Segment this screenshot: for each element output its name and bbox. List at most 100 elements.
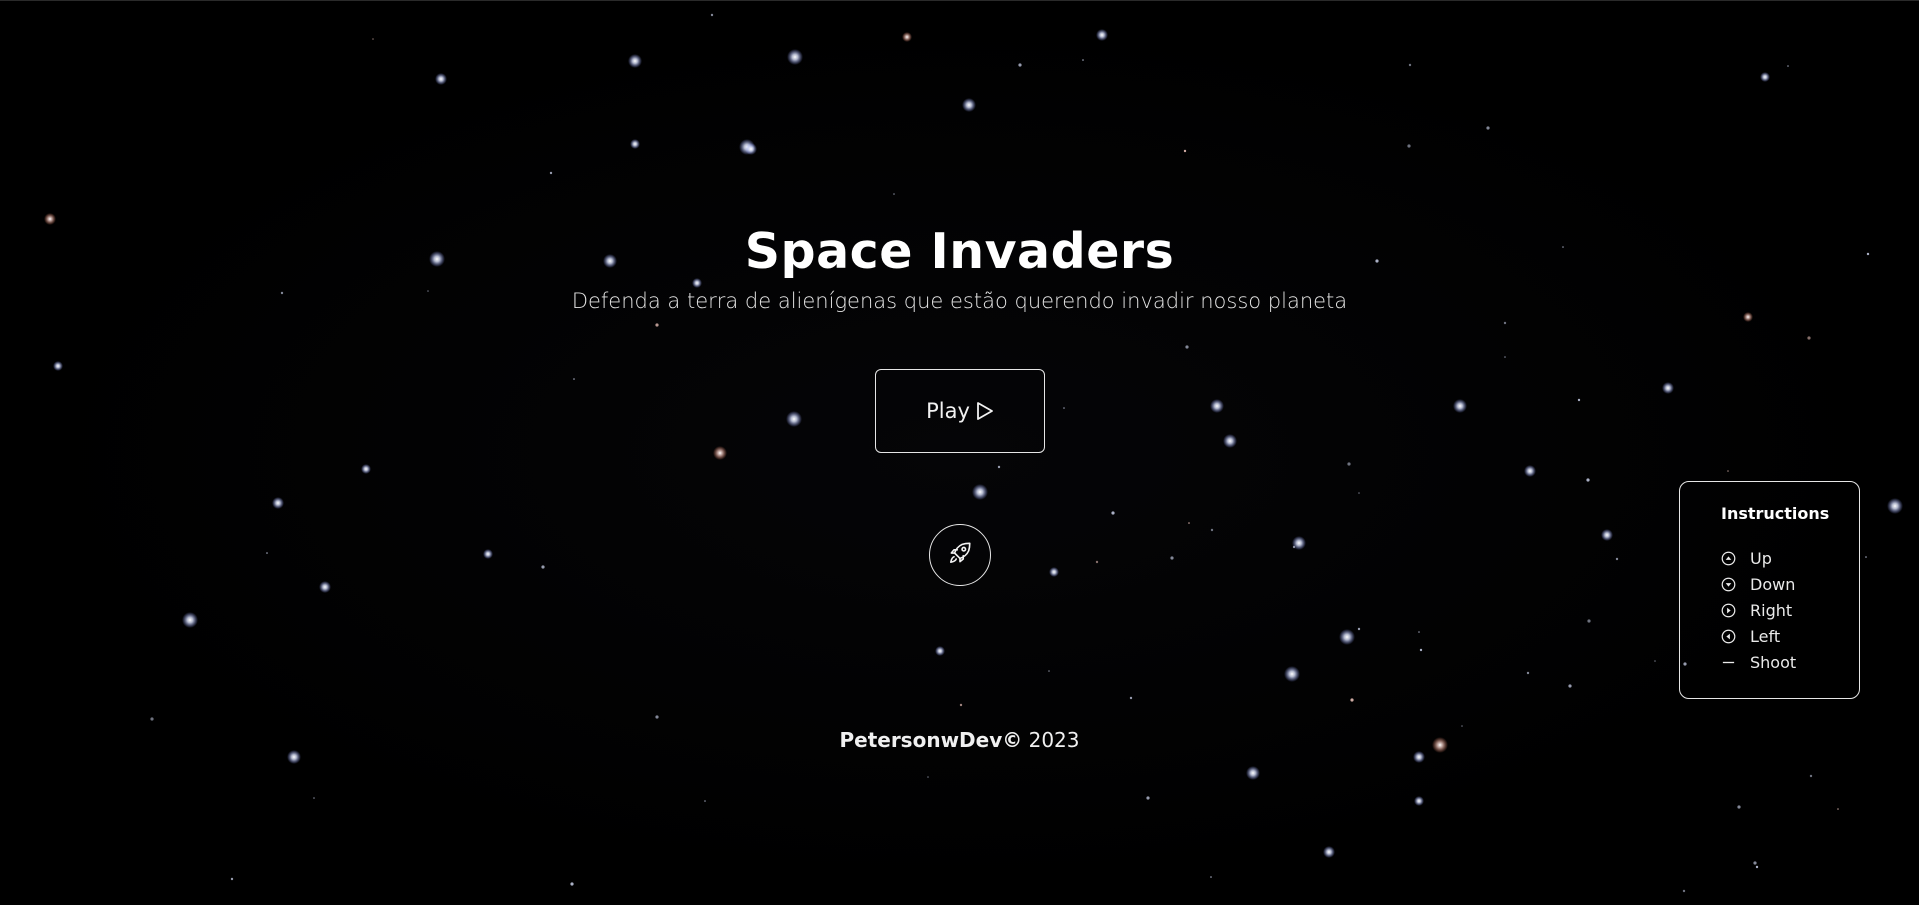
instruction-item-down: Down	[1720, 571, 1859, 597]
star	[1210, 399, 1224, 413]
star	[1753, 861, 1757, 865]
instructions-panel: Instructions Up Down Right Left Shoot	[1679, 481, 1860, 699]
star	[1223, 434, 1237, 448]
star	[1601, 529, 1613, 541]
footer-year: 2023	[1028, 728, 1080, 752]
page-title: Space Invaders	[744, 223, 1175, 280]
star	[630, 139, 640, 149]
rocket-button[interactable]	[929, 524, 991, 586]
star	[704, 800, 706, 802]
star	[962, 98, 976, 112]
instruction-label-down: Down	[1750, 574, 1796, 594]
starfield-background	[44, 13, 1903, 893]
instruction-item-right: Right	[1720, 597, 1859, 623]
star	[655, 323, 659, 327]
star	[927, 776, 929, 778]
star	[1246, 766, 1260, 780]
star	[1743, 312, 1753, 322]
star	[710, 13, 714, 17]
star	[1577, 398, 1581, 402]
star	[713, 446, 727, 460]
star	[1413, 751, 1425, 763]
star	[573, 378, 575, 380]
star	[1146, 796, 1150, 800]
star	[745, 143, 757, 155]
star	[1526, 671, 1530, 675]
star	[1111, 511, 1115, 515]
star	[1407, 144, 1411, 148]
play-button-label: Play	[926, 399, 970, 423]
star	[935, 646, 945, 656]
rocket-icon	[947, 540, 973, 570]
star	[1887, 498, 1903, 514]
star	[1063, 407, 1065, 409]
star	[272, 497, 284, 509]
star	[1787, 65, 1789, 67]
star	[287, 750, 301, 764]
space-bar-icon	[1720, 654, 1736, 670]
star	[1418, 631, 1420, 633]
instruction-item-left: Left	[1720, 623, 1859, 649]
star	[150, 717, 154, 721]
star	[893, 193, 895, 195]
star	[1524, 465, 1536, 477]
star	[1461, 725, 1463, 727]
star	[1292, 545, 1296, 549]
star	[628, 54, 642, 68]
star	[1018, 63, 1022, 67]
star	[1682, 889, 1686, 893]
game-menu-screen: Space Invaders Defenda a terra de aliení…	[0, 0, 1919, 905]
star	[1503, 321, 1507, 325]
star	[1357, 627, 1361, 631]
star	[313, 797, 315, 799]
star	[1615, 557, 1619, 561]
star	[1865, 556, 1867, 558]
star	[1419, 648, 1423, 652]
star	[435, 73, 447, 85]
star	[1170, 556, 1174, 560]
star	[319, 581, 331, 593]
star	[570, 882, 574, 886]
star	[1339, 629, 1355, 645]
star	[1082, 59, 1084, 61]
star	[1048, 670, 1050, 672]
footer-author: PetersonwDev©	[839, 728, 1023, 752]
arrow-up-circle-icon	[1720, 550, 1736, 566]
star	[1096, 29, 1108, 41]
star	[361, 464, 371, 474]
star	[1358, 492, 1360, 494]
arrow-down-circle-icon	[1720, 576, 1736, 592]
arrow-left-circle-icon	[1720, 628, 1736, 644]
star	[1568, 684, 1572, 688]
star	[972, 484, 988, 500]
star	[230, 877, 234, 881]
star	[1586, 478, 1590, 482]
star	[1486, 126, 1490, 130]
star	[1350, 698, 1354, 702]
star	[1837, 808, 1839, 810]
instructions-heading: Instructions	[1721, 504, 1830, 523]
play-button[interactable]: Play	[875, 369, 1045, 453]
star	[1183, 149, 1187, 153]
star	[1760, 72, 1770, 82]
star	[1210, 528, 1214, 532]
instruction-item-shoot: Shoot	[1720, 649, 1859, 675]
instruction-item-up: Up	[1720, 545, 1859, 571]
instruction-label-shoot: Shoot	[1750, 652, 1797, 672]
star	[1654, 660, 1656, 662]
instruction-label-left: Left	[1750, 626, 1781, 646]
star	[787, 49, 803, 65]
star	[1807, 336, 1811, 340]
star	[1347, 462, 1351, 466]
star	[483, 549, 493, 559]
star	[959, 703, 963, 707]
star	[997, 465, 1001, 469]
star	[1755, 865, 1759, 869]
instruction-label-right: Right	[1750, 600, 1793, 620]
star	[1587, 619, 1591, 623]
star	[1737, 805, 1741, 809]
star	[541, 565, 545, 569]
star	[1727, 470, 1729, 472]
star	[1284, 666, 1300, 682]
star	[902, 32, 912, 42]
